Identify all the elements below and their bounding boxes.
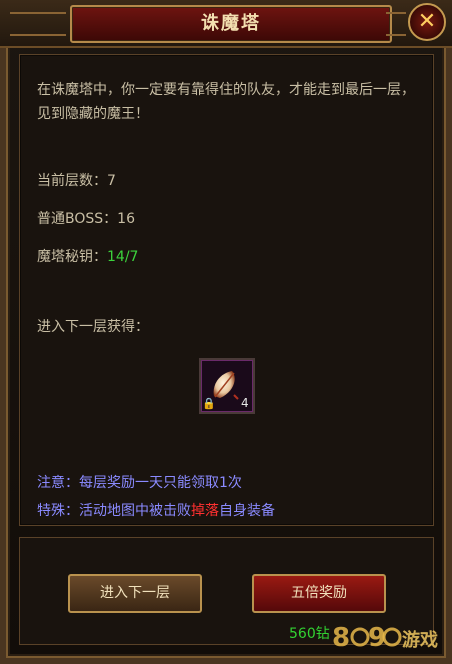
- reward-item-count: 4: [241, 396, 249, 410]
- close-icon: ✕: [417, 9, 437, 34]
- note-special-suffix: 自身装备: [219, 503, 275, 519]
- svg-text:游戏: 游戏: [402, 629, 438, 651]
- five-times-reward-button[interactable]: 五倍奖励: [252, 574, 386, 613]
- svg-text:8: 8: [332, 623, 350, 653]
- title-ornament-left: [10, 12, 66, 36]
- site-watermark-logo: 8 9 游戏: [332, 623, 438, 653]
- tower-description: 在诛魔塔中，你一定要有靠得住的队友，才能走到最后一层，见到隐藏的魔王！: [37, 82, 415, 122]
- key-stat: 魔塔秘钥：14/7: [37, 246, 138, 266]
- note-special: 特殊：活动地图中被击败掉落自身装备: [37, 500, 275, 520]
- close-button[interactable]: ✕: [408, 3, 446, 41]
- key-value: 14/7: [107, 249, 139, 265]
- current-floor-value: 7: [107, 173, 116, 189]
- boss-value: 16: [117, 211, 135, 227]
- boss-stat: 普通BOSS：16: [37, 208, 135, 228]
- note-daily-limit: 注意：每层奖励一天只能领取1次: [37, 475, 242, 491]
- title-ornament-right: [386, 12, 406, 36]
- note-special-highlight: 掉落: [191, 503, 219, 519]
- current-floor-label: 当前层数：: [37, 173, 107, 189]
- reward-header: 进入下一层获得：: [37, 319, 149, 335]
- title-bar: 诛魔塔 ✕: [0, 0, 452, 48]
- enter-next-floor-button[interactable]: 进入下一层: [68, 574, 202, 613]
- boss-label: 普通BOSS：: [37, 211, 118, 227]
- key-label: 魔塔秘钥：: [37, 249, 107, 265]
- note-special-prefix: 特殊：活动地图中被击败: [37, 503, 191, 519]
- five-times-price: 560钻: [289, 626, 330, 642]
- lock-icon: 🔒: [202, 397, 216, 410]
- current-floor-stat: 当前层数：7: [37, 170, 116, 190]
- window-title: 诛魔塔: [201, 13, 261, 34]
